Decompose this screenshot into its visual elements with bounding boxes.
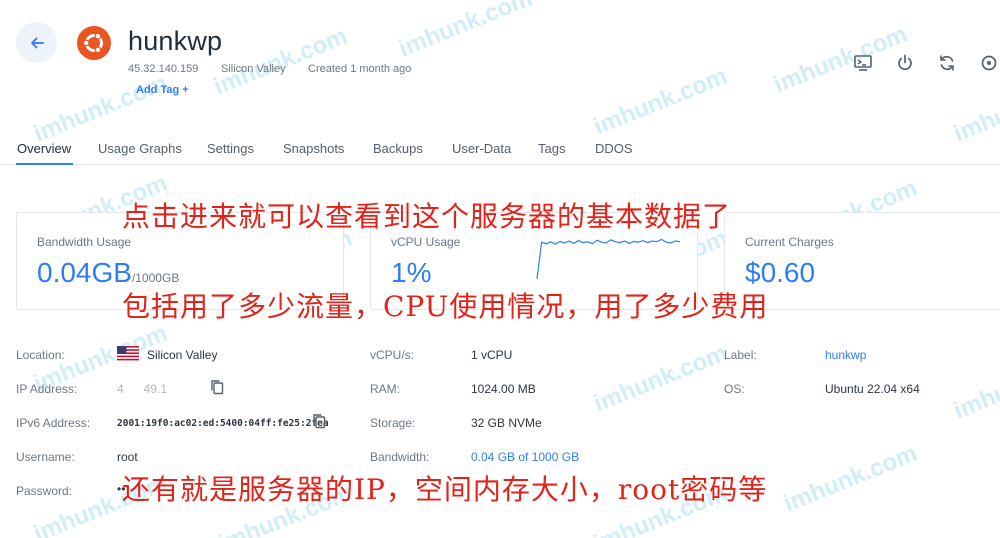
tab-settings[interactable]: Settings (207, 141, 254, 156)
username-label: Username: (16, 450, 75, 464)
watermark: imhunk.com (949, 346, 1000, 425)
ipv6-address-value: 2001:19f0:ac02:ed:5400:04ff:fe25:2fea (117, 418, 329, 429)
reinstall-icon[interactable] (979, 53, 999, 73)
annotation-line-3: 还有就是服务器的IP，空间内存大小，root密码等 (122, 473, 768, 506)
vcpu-value: 1 vCPU (471, 348, 513, 362)
ip-address-label: IP Address: (16, 382, 78, 396)
server-label-value[interactable]: hunkwp (825, 348, 866, 362)
os-value: Ubuntu 22.04 x64 (825, 382, 920, 396)
tab-usage-graphs[interactable]: Usage Graphs (98, 141, 182, 156)
restart-icon[interactable] (937, 53, 957, 73)
server-location: Silicon Valley (221, 63, 286, 75)
tab-snapshots[interactable]: Snapshots (283, 141, 344, 156)
current-charges-label: Current Charges (745, 235, 834, 249)
watermark: imhunk.com (779, 439, 922, 518)
arrow-left-icon (30, 37, 44, 48)
tab-bar: Overview Usage Graphs Settings Snapshots… (0, 135, 1000, 165)
watermark: imhunk.com (589, 62, 732, 141)
tab-backups[interactable]: Backups (373, 141, 423, 156)
copy-icon[interactable] (210, 379, 224, 395)
bandwidth-value-link[interactable]: 0.04 GB of 1000 GB (471, 450, 579, 464)
tab-user-data[interactable]: User-Data (452, 141, 511, 156)
watermark: imhunk.com (394, 0, 537, 63)
vcpu-label: vCPU/s: (370, 348, 415, 362)
tab-ddos[interactable]: DDOS (595, 141, 633, 156)
location-value: Silicon Valley (147, 348, 218, 362)
ram-label: RAM: (370, 382, 400, 396)
server-name: hunkwp (128, 26, 223, 56)
storage-value: 32 GB NVMe (471, 416, 542, 430)
ubuntu-logo-icon (77, 26, 111, 60)
bandwidth-usage-total: /1000GB (131, 271, 180, 285)
watermark: imhunk.com (589, 339, 732, 418)
ipv6-address-label: IPv6 Address: (16, 416, 91, 430)
annotation-line-2: 包括用了多少流量，CPU使用情况，用了多少费用 (122, 290, 769, 323)
active-tab-indicator (16, 163, 73, 165)
back-button[interactable] (16, 22, 57, 63)
copy-icon[interactable] (312, 413, 326, 429)
bandwidth-label: Bandwidth: (370, 450, 430, 464)
server-ip: 45.32.140.159 (128, 63, 199, 75)
watermark: imhunk.com (209, 22, 352, 101)
password-label: Password: (16, 484, 73, 498)
us-flag-icon (117, 346, 139, 361)
tab-tags[interactable]: Tags (538, 141, 565, 156)
vcpu-sparkline (536, 238, 681, 280)
annotation-line-1: 点击进来就可以查看到这个服务器的基本数据了 (122, 200, 732, 233)
vcpu-sparkline-line (536, 238, 681, 280)
vcpu-usage-label: vCPU Usage (391, 235, 461, 249)
console-icon[interactable] (853, 53, 873, 73)
bandwidth-usage-label: Bandwidth Usage (37, 235, 132, 249)
power-icon[interactable] (895, 53, 915, 73)
server-created: Created 1 month ago (308, 63, 412, 75)
username-value: root (117, 450, 138, 464)
os-label: OS: (724, 382, 745, 396)
location-label: Location: (16, 348, 65, 362)
add-tag-link[interactable]: Add Tag + (136, 84, 189, 96)
storage-label: Storage: (370, 416, 416, 430)
ram-value: 1024.00 MB (471, 382, 536, 396)
tab-overview[interactable]: Overview (17, 141, 71, 156)
ip-address-value: 4 49.1 (117, 382, 168, 396)
server-label-label: Label: (724, 348, 757, 362)
watermark: imhunk.com (769, 20, 912, 99)
